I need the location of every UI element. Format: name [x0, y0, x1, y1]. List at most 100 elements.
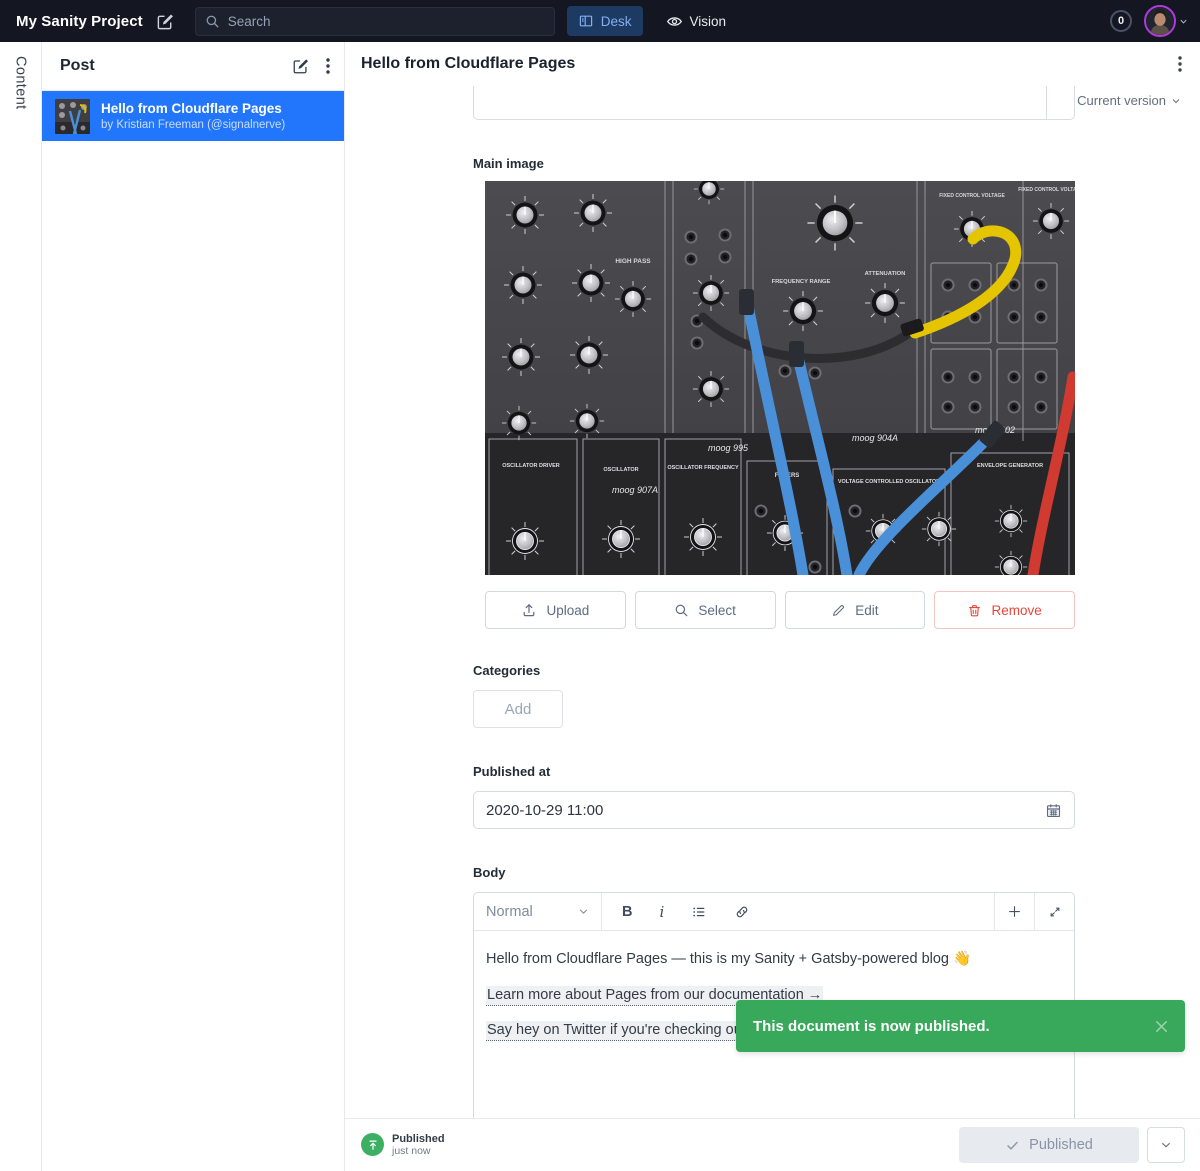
body-paragraph: Hello from Cloudflare Pages — this is my… — [486, 950, 1062, 970]
photo-label: FREQUENCY RANGE — [772, 279, 831, 285]
main-image-label: Main image — [473, 156, 1075, 171]
bold-button[interactable]: B — [622, 904, 632, 920]
document-list-pane: Post Hello from Cloudflare Pages by Kris — [42, 42, 345, 1171]
link-icon[interactable] — [734, 904, 750, 920]
version-label: Current version — [1077, 93, 1166, 108]
search-icon — [205, 14, 220, 29]
search-bar[interactable] — [195, 7, 555, 36]
upload-label: Upload — [546, 603, 589, 618]
document-pane: Hello from Cloudflare Pages Current vers… — [345, 42, 1200, 1171]
expand-editor-button[interactable] — [1034, 893, 1074, 930]
text-style-select[interactable]: Normal — [474, 893, 602, 930]
sanity-studio: My Sanity Project Desk Vision 0 — [0, 0, 1200, 1171]
chevron-down-icon — [578, 906, 589, 917]
tab-vision-label: Vision — [690, 14, 727, 29]
tab-desk[interactable]: Desk — [567, 6, 643, 36]
plus-icon — [1007, 904, 1022, 919]
calendar-icon[interactable] — [1045, 802, 1062, 819]
published-at-value: 2020-10-29 11:00 — [486, 802, 1045, 819]
photo-label: OSCILLATOR DRIVER — [502, 463, 560, 469]
published-icon — [361, 1133, 384, 1156]
desk-icon — [578, 13, 594, 29]
search-icon — [674, 603, 689, 618]
document-header: Hello from Cloudflare Pages — [345, 42, 1200, 86]
insert-block-button[interactable] — [994, 893, 1034, 930]
document-form: Current version Main image — [345, 86, 1200, 1118]
check-icon — [1005, 1138, 1020, 1153]
main-image-preview[interactable]: HIGH PASS — [485, 181, 1075, 575]
new-document-button[interactable] — [149, 6, 183, 36]
photo-label: FIXED CONTROL VOLTAGE — [939, 193, 1005, 199]
list-menu-button[interactable] — [326, 58, 330, 74]
select-button[interactable]: Select — [635, 591, 776, 629]
avatar — [1144, 5, 1176, 37]
slug-field-partial[interactable] — [473, 86, 1075, 120]
photo-brand: moog 904A — [852, 433, 898, 443]
close-icon[interactable] — [1152, 1017, 1171, 1036]
list-item-post[interactable]: Hello from Cloudflare Pages by Kristian … — [42, 91, 344, 141]
tab-vision[interactable]: Vision — [655, 6, 738, 36]
eye-icon — [666, 13, 683, 30]
post-item-title: Hello from Cloudflare Pages — [101, 101, 285, 118]
post-item-text: Hello from Cloudflare Pages by Kristian … — [101, 101, 285, 132]
image-actions: Upload Select Edit — [485, 591, 1075, 629]
edit-label: Edit — [855, 603, 878, 618]
toast-message: This document is now published. — [753, 1018, 1152, 1035]
publish-menu-button[interactable] — [1147, 1127, 1185, 1163]
post-item-subtitle: by Kristian Freeman (@signalnerve) — [101, 119, 285, 131]
upload-icon — [521, 602, 537, 618]
post-thumbnail — [55, 99, 90, 134]
photo-label: HIGH PASS — [615, 258, 651, 265]
photo-label: OSCILLATOR FREQUENCY — [667, 465, 739, 471]
trash-icon — [967, 603, 982, 618]
bullet-list-icon[interactable] — [691, 904, 707, 920]
published-at-label: Published at — [473, 764, 1075, 779]
photo-label: FIXED CONTROL VOLTAGE — [1018, 187, 1075, 193]
project-title: My Sanity Project — [16, 13, 143, 30]
rail-label: Content — [13, 56, 29, 1171]
publish-button-label: Published — [1029, 1137, 1093, 1153]
publish-status-title: Published — [392, 1133, 445, 1146]
version-selector[interactable]: Current version — [1077, 93, 1181, 108]
italic-button[interactable]: i — [659, 903, 664, 921]
expand-icon — [1048, 905, 1062, 919]
photo-label: VOLTAGE CONTROLLED OSCILLATOR — [838, 479, 940, 485]
photo-brand: moog 907A — [612, 485, 658, 495]
list-pane-header: Post — [42, 42, 344, 91]
compose-icon — [156, 12, 175, 31]
publish-button[interactable]: Published — [959, 1127, 1139, 1163]
search-input[interactable] — [228, 14, 545, 29]
chevron-down-icon — [1179, 17, 1188, 26]
publish-status[interactable]: Published just now — [361, 1133, 445, 1158]
document-footer: Published just now Published — [345, 1118, 1200, 1171]
categories-label: Categories — [473, 663, 1075, 678]
editor-toolbar: Normal B i — [474, 893, 1074, 931]
add-category-button[interactable]: Add — [473, 690, 563, 728]
list-pane-title: Post — [60, 57, 95, 75]
document-menu-button[interactable] — [1178, 56, 1182, 72]
top-navbar: My Sanity Project Desk Vision 0 — [0, 0, 1200, 42]
remove-button[interactable]: Remove — [934, 591, 1075, 629]
edit-button[interactable]: Edit — [785, 591, 926, 629]
upload-button[interactable]: Upload — [485, 591, 626, 629]
pencil-icon — [831, 603, 846, 618]
photo-brand: moog 995 — [708, 443, 749, 453]
document-title: Hello from Cloudflare Pages — [361, 55, 575, 73]
navbar-right: 0 — [1110, 5, 1188, 37]
content-rail[interactable]: Content — [0, 42, 42, 1171]
photo-label: ENVELOPE GENERATOR — [977, 463, 1043, 469]
select-label: Select — [698, 603, 736, 618]
remove-label: Remove — [991, 603, 1041, 618]
tab-desk-label: Desk — [601, 14, 632, 29]
body-label: Body — [473, 865, 1075, 880]
published-at-input[interactable]: 2020-10-29 11:00 — [473, 791, 1075, 829]
text-style-value: Normal — [486, 904, 533, 920]
chevron-down-icon — [1160, 1139, 1172, 1151]
publish-toast: This document is now published. — [736, 1000, 1185, 1052]
user-menu[interactable] — [1144, 5, 1188, 37]
photo-label: ATTENUATION — [865, 271, 906, 277]
chevron-down-icon — [1171, 96, 1181, 106]
publish-status-time: just now — [392, 1145, 445, 1157]
new-post-button[interactable] — [292, 57, 310, 75]
hints-badge[interactable]: 0 — [1110, 10, 1132, 32]
